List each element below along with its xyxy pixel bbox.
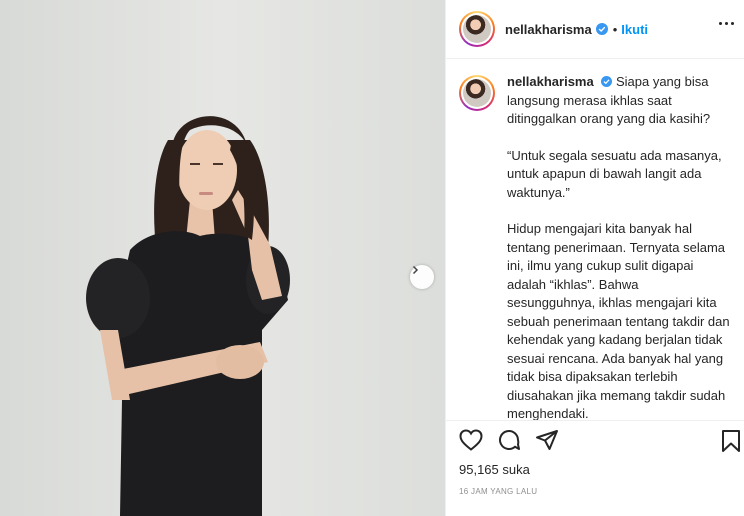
verified-badge-icon bbox=[595, 23, 608, 35]
post-timestamp[interactable]: 16 JAM YANG LALU bbox=[459, 487, 537, 496]
more-options-icon[interactable] bbox=[719, 22, 734, 25]
photo-illustration bbox=[0, 0, 445, 516]
separator-dot: • bbox=[612, 21, 618, 37]
post-header: nellakharisma • Ikuti bbox=[446, 0, 744, 59]
action-bar bbox=[459, 428, 559, 452]
caption-avatar[interactable] bbox=[459, 75, 495, 111]
caption-text: nellakharisma Siapa yang bisa langsung m… bbox=[507, 73, 730, 420]
follow-button[interactable]: Ikuti bbox=[621, 22, 648, 37]
comment-icon[interactable] bbox=[497, 428, 521, 452]
caption-username[interactable]: nellakharisma bbox=[507, 74, 594, 89]
caption-section: nellakharisma Siapa yang bisa langsung m… bbox=[446, 59, 744, 421]
header-username[interactable]: nellakharisma bbox=[505, 22, 592, 37]
heart-icon[interactable] bbox=[459, 429, 483, 451]
likes-count[interactable]: 95,165 suka bbox=[459, 462, 530, 477]
instagram-post: nellakharisma • Ikuti nellakharisma Siap… bbox=[0, 0, 744, 516]
post-sidebar: nellakharisma • Ikuti nellakharisma Siap… bbox=[445, 0, 744, 516]
next-photo-button[interactable] bbox=[410, 265, 434, 289]
caption-paragraph-2: “Untuk segala sesuatu ada masanya, untuk… bbox=[507, 147, 722, 200]
share-icon[interactable] bbox=[535, 428, 559, 452]
bookmark-icon[interactable] bbox=[720, 429, 742, 453]
post-photo[interactable] bbox=[0, 0, 445, 516]
verified-badge-icon bbox=[601, 76, 613, 87]
caption-paragraph-3: Hidup mengajari kita banyak hal tentang … bbox=[507, 221, 730, 421]
avatar[interactable] bbox=[459, 11, 495, 47]
